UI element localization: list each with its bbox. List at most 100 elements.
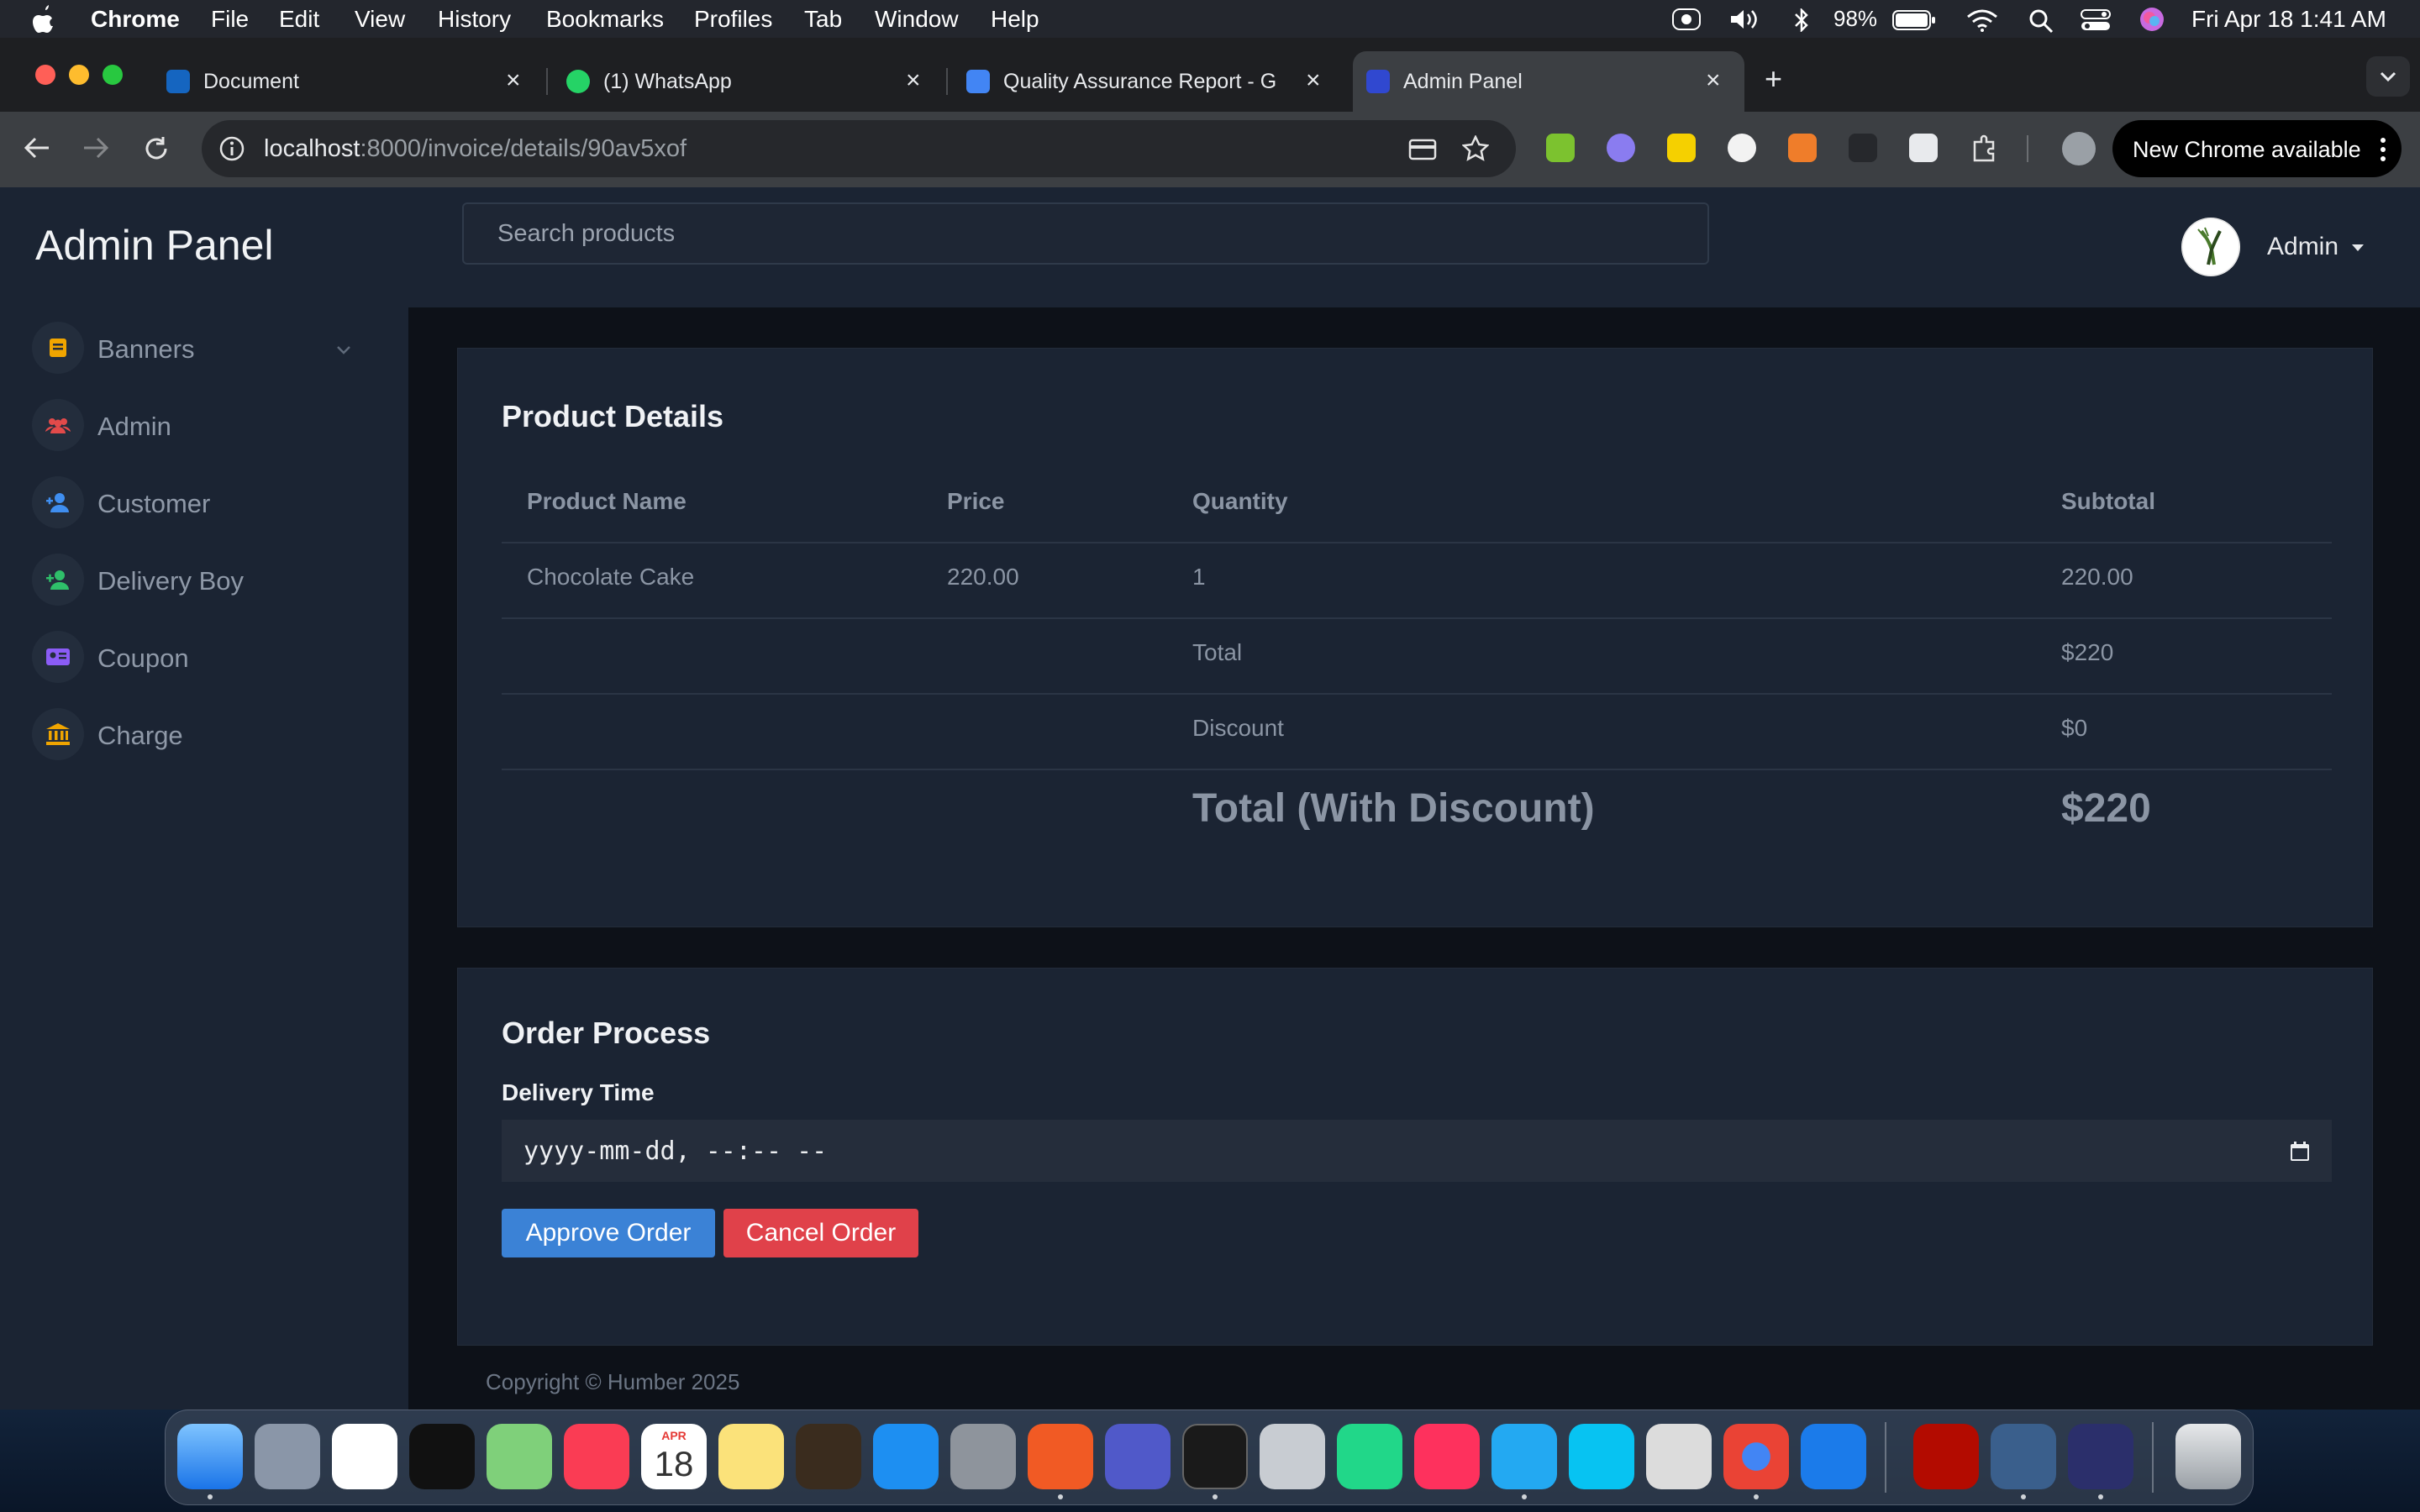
music-icon[interactable] (564, 1424, 629, 1489)
tab-admin-panel[interactable]: Admin Panel × (1353, 51, 1744, 112)
menu-window[interactable]: Window (875, 6, 959, 33)
tableplus-icon[interactable] (1646, 1424, 1712, 1489)
sidebar-item-admin[interactable]: Admin (32, 399, 368, 458)
avatar[interactable] (2181, 218, 2240, 276)
delivery-time-label: Delivery Time (502, 1079, 655, 1105)
approve-order-button[interactable]: Approve Order (502, 1209, 715, 1257)
menu-view[interactable]: View (355, 6, 405, 33)
intellij-icon[interactable] (1414, 1424, 1480, 1489)
sidebar-item-delivery-boy[interactable]: Delivery Boy (32, 554, 368, 612)
wifi-icon[interactable] (1966, 8, 1998, 32)
site-info-icon[interactable] (218, 135, 245, 162)
new-tab-icon[interactable]: + (1765, 61, 1782, 97)
maps-icon[interactable] (487, 1424, 552, 1489)
minimize-window-button[interactable] (69, 65, 89, 85)
close-tab-icon[interactable]: × (906, 66, 921, 95)
tab-document[interactable]: Document × (153, 51, 548, 112)
grand-total-value: $220 (2061, 786, 2151, 831)
calendar-icon[interactable] (2290, 1142, 2310, 1162)
tab-qa-report[interactable]: Quality Assurance Report - G × (953, 51, 1348, 112)
menu-datetime[interactable]: Fri Apr 18 1:41 AM (2191, 6, 2386, 33)
extension-dots-icon[interactable] (1849, 134, 1877, 162)
user-menu-dropdown[interactable]: Admin (2267, 233, 2365, 261)
cancel-order-button[interactable]: Cancel Order (723, 1209, 918, 1257)
menu-profiles[interactable]: Profiles (694, 6, 772, 33)
reload-icon[interactable] (143, 135, 170, 162)
garageband-icon[interactable] (796, 1424, 861, 1489)
app-store-icon[interactable] (873, 1424, 939, 1489)
sidebar-item-charge[interactable]: Charge (32, 708, 368, 767)
url-text[interactable]: localhost:8000/invoice/details/90av5xof (264, 135, 687, 163)
sidebar-item-banners[interactable]: Banners (32, 322, 368, 381)
profile-avatar[interactable] (2062, 132, 2096, 165)
extension-grid-icon[interactable] (1909, 134, 1938, 162)
acrobat-icon[interactable] (1913, 1424, 1979, 1489)
extension-wave-icon[interactable] (1728, 134, 1756, 162)
zoom-window-button[interactable] (103, 65, 123, 85)
accessibility-icon[interactable] (1672, 8, 1701, 30)
volume-icon[interactable] (1729, 8, 1761, 30)
chrome-icon[interactable] (1723, 1424, 1789, 1489)
sidebar-item-customer[interactable]: Customer (32, 476, 368, 535)
tab-search-button[interactable] (2366, 56, 2410, 97)
bluetooth-icon[interactable] (1793, 8, 1810, 32)
close-tab-icon[interactable]: × (1706, 66, 1721, 95)
menu-history[interactable]: History (438, 6, 511, 33)
photos-icon[interactable] (332, 1424, 397, 1489)
more-vert-icon[interactable] (2380, 137, 2386, 162)
menu-file[interactable]: File (211, 6, 249, 33)
webstorm-icon[interactable] (1569, 1424, 1634, 1489)
close-tab-icon[interactable]: × (506, 66, 521, 95)
subtotal-cell: 220.00 (2061, 564, 2133, 590)
notes-icon[interactable] (718, 1424, 784, 1489)
search-input[interactable] (462, 202, 1709, 265)
sidebar-item-coupon[interactable]: Coupon (32, 631, 368, 690)
fork-knife-logo-icon (2181, 218, 2240, 276)
apple-icon[interactable] (32, 3, 57, 34)
instruments-icon[interactable] (1801, 1424, 1866, 1489)
remote-desktop-icon[interactable] (2068, 1424, 2133, 1489)
system-settings-icon[interactable] (950, 1424, 1016, 1489)
new-chrome-available-button[interactable]: New Chrome available (2112, 120, 2402, 177)
tab-whatsapp[interactable]: (1) WhatsApp × (553, 51, 948, 112)
extension-chart-icon[interactable] (1546, 134, 1575, 162)
database-icon[interactable] (1260, 1424, 1325, 1489)
apple-tv-icon[interactable] (409, 1424, 475, 1489)
launchpad-icon[interactable] (255, 1424, 320, 1489)
vscode-icon[interactable] (1491, 1424, 1557, 1489)
extensions-puzzle-icon[interactable] (1970, 134, 2000, 164)
forward-icon[interactable] (82, 135, 109, 160)
extension-record-icon[interactable] (1788, 134, 1817, 162)
close-tab-icon[interactable]: × (1306, 66, 1321, 95)
menu-bookmarks[interactable]: Bookmarks (546, 6, 664, 33)
close-window-button[interactable] (35, 65, 55, 85)
menu-tab[interactable]: Tab (804, 6, 842, 33)
total-label: Total (1192, 639, 1243, 665)
finder-icon[interactable] (177, 1424, 243, 1489)
battery-icon[interactable] (1892, 10, 1936, 30)
address-bar[interactable]: localhost:8000/invoice/details/90av5xof (202, 120, 1516, 177)
product-details-title: Product Details (502, 399, 724, 433)
back-icon[interactable] (24, 135, 50, 160)
menu-app-name[interactable]: Chrome (91, 6, 180, 33)
control-center-icon[interactable] (2081, 8, 2111, 32)
bookmark-star-icon[interactable] (1462, 135, 1489, 162)
menu-edit[interactable]: Edit (279, 6, 319, 33)
menu-help[interactable]: Help (991, 6, 1039, 33)
extension-s-icon[interactable] (1667, 134, 1696, 162)
running-indicator (2021, 1494, 2026, 1499)
terminal-icon[interactable] (1182, 1424, 1248, 1489)
quantity-cell: 1 (1192, 564, 1206, 590)
pycharm-icon[interactable] (1337, 1424, 1402, 1489)
spotlight-search-icon[interactable] (2028, 8, 2054, 34)
siri-icon[interactable] (2139, 7, 2165, 32)
mysql-workbench-icon[interactable] (1991, 1424, 2056, 1489)
teams-icon[interactable] (1105, 1424, 1171, 1489)
card-icon[interactable] (1408, 139, 1437, 160)
calendar-app-icon[interactable]: APR 18 (641, 1424, 707, 1489)
brave-icon[interactable] (1028, 1424, 1093, 1489)
app-title[interactable]: Admin Panel (35, 221, 274, 270)
extension-ghost-icon[interactable] (1607, 134, 1635, 162)
delivery-time-input[interactable]: yyyy-mm-dd, --:-- -- (502, 1120, 2332, 1182)
trash-icon[interactable] (2175, 1424, 2241, 1489)
